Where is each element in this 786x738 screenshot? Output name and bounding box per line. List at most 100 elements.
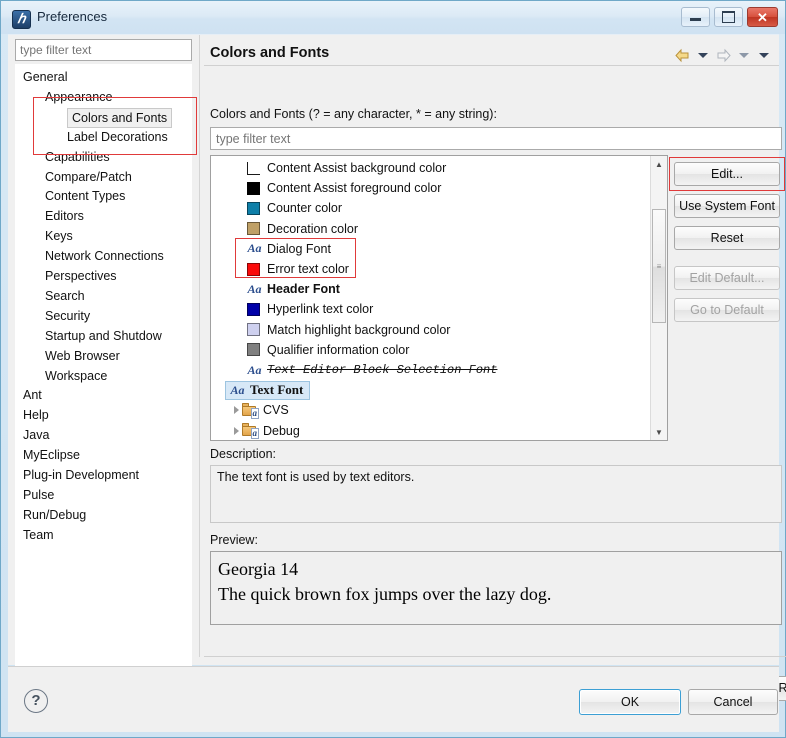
sidebar-item-security[interactable]: Security xyxy=(45,307,90,326)
dialog-body: GeneralAppearanceColors and FontsLabel D… xyxy=(8,34,786,701)
sidebar-item-network-connections[interactable]: Network Connections xyxy=(45,247,164,266)
list-item[interactable]: Aa Dialog Font xyxy=(211,239,667,259)
sidebar-item-editors[interactable]: Editors xyxy=(45,207,84,226)
page-title: Colors and Fonts xyxy=(210,45,330,61)
window-title: Preferences xyxy=(37,9,108,24)
tree-filter-input[interactable] xyxy=(15,39,192,61)
folder-font-icon: a xyxy=(241,402,259,419)
preference-tree[interactable]: General Appearance Colors and Fonts Label D… xyxy=(15,64,192,686)
sidebar-item-label-decorations[interactable]: Label Decorations xyxy=(67,128,168,147)
view-menu-chevron-down-icon[interactable] xyxy=(759,52,769,58)
preview-label: Preview: xyxy=(210,533,258,547)
maximize-button[interactable] xyxy=(714,7,743,27)
list-item[interactable]: Decoration color xyxy=(211,219,667,239)
color-swatch xyxy=(247,161,260,175)
list-item[interactable]: Aa Text Editor Block Selection Font xyxy=(211,360,667,380)
sidebar-item-java[interactable]: Java xyxy=(23,426,49,445)
sidebar-item-colors-and-fonts[interactable]: Colors and Fonts xyxy=(67,107,173,128)
colors-filter-input[interactable] xyxy=(210,127,782,150)
list-item[interactable]: Aa Header Font xyxy=(211,279,667,299)
edit-default-button: Edit Default... xyxy=(674,266,780,290)
list-item-label: Debug xyxy=(263,423,300,438)
panel-divider xyxy=(199,35,200,657)
back-arrow-icon[interactable] xyxy=(673,47,692,64)
sidebar-item-appearance[interactable]: Appearance xyxy=(45,88,112,107)
close-button[interactable]: ✕ xyxy=(747,7,778,27)
list-item[interactable]: Aa Text Font xyxy=(211,380,667,400)
list-item[interactable]: a CVS xyxy=(211,400,667,420)
ok-button[interactable]: OK xyxy=(579,689,681,715)
go-to-default-button: Go to Default xyxy=(674,298,780,322)
sidebar-item-content-types[interactable]: Content Types xyxy=(45,187,125,206)
description-label: Description: xyxy=(210,447,276,461)
list-item-label: Content Assist background color xyxy=(267,161,447,175)
preference-tree-panel: GeneralAppearanceColors and FontsLabel D… xyxy=(8,35,199,697)
content-panel: Colors and Fonts Colors and Fonts (? = a… xyxy=(204,35,786,701)
list-item-label: Text Editor Block Selection Font xyxy=(267,363,498,377)
cancel-button[interactable]: Cancel xyxy=(688,689,778,715)
expand-chevron-right-icon[interactable] xyxy=(231,400,241,420)
list-item[interactable]: Content Assist background color xyxy=(211,158,667,178)
list-vertical-scrollbar[interactable]: ▲ ≡ ▼ xyxy=(650,156,667,440)
preview-line-2: The quick brown fox jumps over the lazy … xyxy=(218,584,552,604)
sidebar-item-web-browser[interactable]: Web Browser xyxy=(45,347,120,366)
list-item[interactable]: Error text color xyxy=(211,259,667,279)
list-item[interactable]: Hyperlink text color xyxy=(211,299,667,319)
help-icon[interactable]: ? xyxy=(24,689,48,713)
colors-and-fonts-list[interactable]: Content Assist background color Content A… xyxy=(210,155,668,441)
sidebar-item-team[interactable]: Team xyxy=(23,526,54,545)
font-preview: Georgia 14 The quick brown fox jumps ove… xyxy=(210,551,782,625)
close-icon: ✕ xyxy=(757,9,768,25)
color-swatch xyxy=(247,323,260,337)
folder-font-icon: a xyxy=(241,423,259,440)
sidebar-item-workspace[interactable]: Workspace xyxy=(45,367,107,386)
list-item[interactable]: Content Assist foreground color xyxy=(211,178,667,198)
list-item-label: Match highlight background color xyxy=(267,322,451,337)
sidebar-item-run-debug[interactable]: Run/Debug xyxy=(23,506,86,525)
minimize-button[interactable] xyxy=(681,7,710,27)
sidebar-item-pulse[interactable]: Pulse xyxy=(23,486,54,505)
font-sample-icon: Aa xyxy=(247,362,262,377)
header-divider xyxy=(204,65,779,66)
sidebar-item-plug-in-development[interactable]: Plug-in Development xyxy=(23,466,139,485)
list-item-label: Content Assist foreground color xyxy=(267,181,442,196)
list-vscroll-thumb[interactable]: ≡ xyxy=(652,209,666,323)
font-sample-icon: Aa xyxy=(247,241,262,256)
scroll-up-icon[interactable]: ▲ xyxy=(651,156,667,172)
sidebar-item-ant[interactable]: Ant xyxy=(23,386,42,405)
sidebar-item-startup-and-shutdow[interactable]: Startup and Shutdow xyxy=(45,327,162,346)
selected-list-item[interactable]: Aa Text Font xyxy=(225,380,311,400)
use-system-font-button[interactable]: Use System Font xyxy=(674,194,780,218)
color-swatch xyxy=(247,343,260,357)
list-item[interactable]: a Debug xyxy=(211,421,667,440)
list-item-label: Hyperlink text color xyxy=(267,302,374,317)
expand-chevron-right-icon[interactable] xyxy=(231,421,241,440)
sidebar-item-capabilities[interactable]: Capabilities xyxy=(45,148,110,167)
filter-label: Colors and Fonts (? = any character, * =… xyxy=(210,107,497,121)
sidebar-item-search[interactable]: Search xyxy=(45,287,85,306)
reset-button[interactable]: Reset xyxy=(674,226,780,250)
color-swatch xyxy=(247,201,260,215)
navigation-bar xyxy=(673,45,773,65)
scroll-down-icon[interactable]: ▼ xyxy=(651,424,667,440)
sidebar-item-general[interactable]: General xyxy=(23,68,67,87)
list-item-label: Error text color xyxy=(267,262,349,276)
list-item-label: Header Font xyxy=(267,282,340,297)
list-item[interactable]: Qualifier information color xyxy=(211,340,667,360)
dialog-footer: ? OK Cancel xyxy=(8,666,779,732)
list-item-label: Text Font xyxy=(250,382,304,398)
sidebar-item-perspectives[interactable]: Perspectives xyxy=(45,267,117,286)
list-item[interactable]: Counter color xyxy=(211,198,667,218)
eclipse-icon: ℎ xyxy=(12,10,31,29)
edit-button[interactable]: Edit... xyxy=(674,162,780,186)
sidebar-item-myeclipse[interactable]: MyEclipse xyxy=(23,446,80,465)
sidebar-item-help[interactable]: Help xyxy=(23,406,49,425)
sidebar-item-keys[interactable]: Keys xyxy=(45,227,73,246)
bottom-divider xyxy=(204,656,786,657)
list-item-label: Counter color xyxy=(267,201,343,216)
back-dropdown-chevron-down-icon[interactable] xyxy=(698,52,708,58)
list-item[interactable]: Match highlight background color xyxy=(211,320,667,340)
maximize-icon xyxy=(715,8,742,26)
preview-line-1: Georgia 14 xyxy=(218,559,299,579)
sidebar-item-compare-patch[interactable]: Compare/Patch xyxy=(45,168,132,187)
